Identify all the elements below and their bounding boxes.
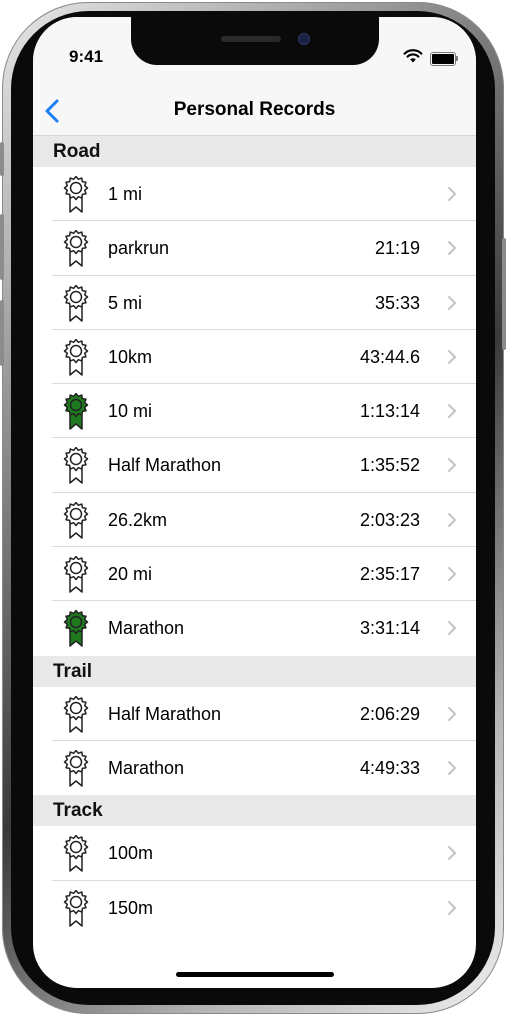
record-distance: Marathon [108, 757, 185, 778]
record-row[interactable]: Marathon 3:31:14 [33, 601, 476, 656]
record-time: 2:06:29 [359, 703, 420, 724]
front-camera [298, 33, 310, 45]
notch [131, 17, 379, 65]
medal-icon [63, 447, 89, 485]
power-button [502, 238, 506, 350]
record-distance: 20 mi [108, 564, 153, 585]
volume-up-button [0, 214, 4, 280]
medal-highlight-icon [63, 610, 89, 648]
record-time: 43:44.6 [359, 346, 420, 367]
medal-icon [63, 284, 89, 322]
record-row[interactable]: 5 mi 35:33 [33, 275, 476, 331]
record-time: 2:03:23 [359, 509, 420, 530]
chevron-right-icon [448, 567, 456, 582]
record-distance: 1 mi [108, 184, 143, 204]
record-row[interactable]: 10km 43:44.6 [33, 329, 476, 385]
record-distance: 10 mi [108, 401, 153, 422]
record-distance: Half Marathon [108, 455, 222, 476]
record-row[interactable]: 10 mi 1:13:14 [33, 384, 476, 439]
medal-icon [63, 889, 89, 927]
wifi-icon [403, 49, 423, 63]
medal-icon [63, 176, 89, 213]
record-row[interactable]: 1 mi [33, 167, 476, 222]
record-time: 1:35:52 [359, 455, 420, 476]
speaker-grille [221, 36, 281, 42]
chevron-right-icon [448, 706, 456, 721]
chevron-right-icon [448, 458, 456, 473]
chevron-right-icon [448, 295, 456, 310]
record-distance: 150m [108, 897, 154, 918]
medal-icon [63, 556, 89, 593]
chevron-right-icon [448, 900, 456, 915]
section-title: Road [53, 141, 101, 162]
record-distance: 100m [108, 843, 154, 864]
records-list: Road 1 mi parkrun 21:19 5 mi 35:33 10km 43:44.6… [33, 136, 476, 935]
chevron-right-icon [448, 512, 456, 527]
phone-screen: 9:41 Personal Records Road 1 mi parkrun 21:… [33, 17, 476, 988]
record-row[interactable]: Half Marathon 2:06:29 [33, 686, 476, 742]
chevron-right-icon [448, 349, 456, 364]
record-row[interactable]: 150m [33, 880, 476, 935]
medal-icon [63, 230, 89, 268]
record-time: 4:49:33 [359, 757, 420, 778]
section-header-trail: Trail [33, 655, 476, 687]
record-time: 35:33 [374, 292, 420, 313]
record-distance: 10km [108, 346, 153, 367]
section-title: Track [53, 800, 103, 822]
chevron-right-icon [448, 846, 456, 861]
record-row[interactable]: 20 mi 2:35:17 [33, 547, 476, 602]
chevron-right-icon [448, 241, 456, 256]
medal-highlight-icon [63, 393, 89, 430]
navigation-bar: Personal Records [33, 87, 476, 136]
medal-icon [63, 695, 89, 733]
record-time: 2:35:17 [359, 564, 420, 585]
page-title: Personal Records [173, 99, 336, 120]
medal-icon [63, 501, 89, 539]
record-time: 21:19 [374, 238, 420, 259]
silent-switch [0, 142, 4, 176]
record-distance: Half Marathon [108, 703, 222, 724]
medal-icon [63, 749, 89, 787]
volume-down-button [0, 300, 4, 366]
chevron-right-icon [448, 187, 456, 201]
chevron-right-icon [448, 404, 456, 419]
status-time: 9:41 [69, 47, 104, 66]
section-header-road: Road [33, 136, 476, 167]
section-title: Trail [53, 660, 93, 682]
record-row[interactable]: 100m [33, 826, 476, 881]
chevron-right-icon [448, 621, 456, 636]
record-time: 1:13:14 [359, 401, 420, 422]
medal-icon [63, 835, 89, 873]
battery-icon [430, 52, 458, 66]
record-distance: parkrun [108, 238, 170, 259]
record-row[interactable]: Half Marathon 1:35:52 [33, 438, 476, 494]
record-distance: 5 mi [108, 292, 143, 313]
record-row[interactable]: 26.2km 2:03:23 [33, 492, 476, 548]
record-distance: Marathon [108, 618, 185, 639]
record-row[interactable]: Marathon 4:49:33 [33, 740, 476, 796]
record-time: 3:31:14 [359, 618, 420, 639]
record-distance: 26.2km [108, 509, 168, 530]
chevron-right-icon [448, 760, 456, 775]
section-header-track: Track [33, 795, 476, 827]
medal-icon [63, 338, 89, 376]
record-row[interactable]: parkrun 21:19 [33, 221, 476, 276]
home-indicator[interactable] [176, 972, 334, 977]
